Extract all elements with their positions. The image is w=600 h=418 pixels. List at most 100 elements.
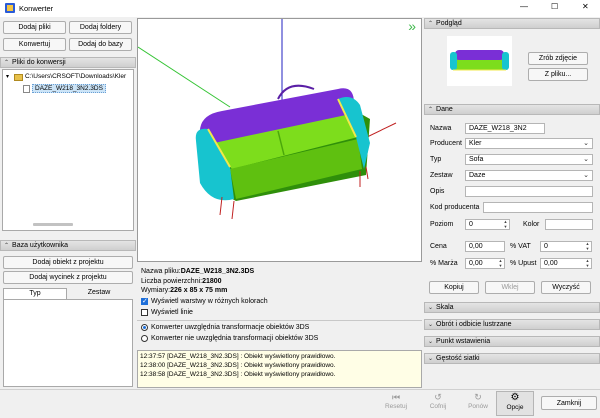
minimize-button[interactable]: —	[520, 2, 528, 11]
desc-label: Opis	[430, 188, 445, 195]
section-insertion[interactable]: ⌄ Punkt wstawienia	[424, 336, 600, 347]
reset-icon: ⏮	[391, 392, 401, 402]
show-layers-checkbox[interactable]	[141, 297, 148, 305]
section-mesh-density[interactable]: ⌄ Gęstość siatki	[424, 353, 600, 364]
level-label: Poziom	[430, 221, 454, 228]
maximize-button[interactable]: ☐	[551, 2, 558, 11]
producer-select[interactable]: Kler ⌄	[465, 138, 593, 149]
name-field[interactable]: DAZE_W218_3N2	[465, 123, 545, 134]
margin-spinner[interactable]: 0,00 ▲ ▼	[465, 258, 505, 269]
file-name-label: Nazwa pliku:	[141, 268, 181, 275]
files-header[interactable]: ⌃ Pliki do konwersji	[0, 57, 136, 68]
level-spinner[interactable]: 0 ▲ ▼	[465, 219, 510, 230]
color-field[interactable]	[545, 219, 593, 230]
chevron-up-icon: ⌃	[4, 243, 10, 249]
show-lines-checkbox[interactable]	[141, 309, 148, 316]
show-lines-label: Wyświetl linie	[151, 309, 193, 316]
tree-collapse-icon[interactable]: ▾	[6, 73, 9, 80]
chevron-down-icon: ⌄	[428, 305, 434, 311]
options-button[interactable]: ⚙ Opcje	[496, 391, 534, 416]
discount-label: % Upust	[510, 260, 537, 267]
add-files-button[interactable]: Dodaj pliki	[3, 21, 66, 34]
dims-value: 226 x 85 x 75 mm	[170, 287, 228, 294]
file-name-value: DAZE_W218_3N2.3DS	[180, 268, 255, 275]
set-label: Zestaw	[430, 172, 453, 179]
chevron-up-icon: ⌃	[428, 21, 434, 27]
chevron-down-icon: ⌄	[583, 140, 589, 147]
divider	[137, 320, 422, 321]
folder-icon	[14, 74, 23, 81]
producer-label: Producent	[430, 140, 462, 147]
tab-typ[interactable]: Typ	[3, 288, 67, 299]
section-scale[interactable]: ⌄ Skala	[424, 302, 600, 313]
transform-no-radio[interactable]	[141, 335, 148, 342]
info-panel: Nazwa pliku:DAZE_W218_3N2.3DS Liczba pow…	[137, 262, 422, 348]
db-tab-content[interactable]	[3, 299, 133, 387]
convert-button[interactable]: Konwertuj	[3, 38, 66, 51]
set-select[interactable]: Daze ⌄	[465, 170, 593, 181]
log-line: 12:37:57 [DAZE_W218_3N2.3DS] : Obiekt wy…	[140, 353, 336, 360]
producer-code-label: Kod producenta	[430, 204, 480, 211]
bottom-bar-divider	[0, 389, 600, 390]
tree-file[interactable]: DAZE_W218_3N2.3DS	[32, 84, 106, 93]
type-label: Typ	[430, 156, 442, 163]
price-label: Cena	[430, 243, 447, 250]
chevron-down-icon: ⌄	[583, 172, 589, 179]
preview-header[interactable]: ⌃ Podgląd	[424, 18, 600, 29]
tree-folder[interactable]: C:\Users\CRSOFT\Downloads\Kler	[25, 73, 133, 80]
dims-label: Wymiary:	[141, 287, 171, 294]
chevron-down-icon: ⌄	[583, 156, 589, 163]
close-button[interactable]: ✕	[582, 2, 589, 11]
log-panel[interactable]: 12:37:57 [DAZE_W218_3N2.3DS] : Obiekt wy…	[137, 350, 422, 388]
vat-spinner[interactable]: 0 ▲ ▼	[540, 241, 592, 252]
viewport-3d[interactable]: »	[137, 18, 422, 262]
close-dialog-button[interactable]: Zamknij	[541, 396, 597, 410]
transform-yes-label: Konwerter uwzględnia transformacje obiek…	[151, 324, 310, 331]
data-header[interactable]: ⌃ Dane	[424, 104, 600, 115]
app-icon	[5, 3, 15, 13]
chevron-down-icon: ⌄	[428, 356, 434, 362]
reset-button[interactable]: ⏮ Resetuj	[376, 392, 416, 416]
redo-icon: ↻	[474, 392, 482, 402]
section-rotation[interactable]: ⌄ Obrót i odbicie lustrzane	[424, 319, 600, 330]
redo-button[interactable]: ↻ Ponów	[458, 392, 498, 416]
undo-button[interactable]: ↺ Cofnij	[418, 392, 458, 416]
preview-image	[447, 36, 512, 86]
viewport-canvas	[138, 19, 397, 220]
surfaces-value: 21800	[202, 278, 222, 285]
copy-button[interactable]: Kopiuj	[429, 281, 479, 294]
transform-no-label: Konwerter nie uwzględnia transformacji o…	[151, 335, 319, 342]
files-tree[interactable]: ▾ C:\Users\CRSOFT\Downloads\Kler DAZE_W2…	[2, 69, 134, 231]
take-photo-button[interactable]: Zrób zdjęcie	[528, 52, 588, 65]
gear-icon: ⚙	[510, 392, 520, 403]
desc-field[interactable]	[465, 186, 593, 197]
add-object-button[interactable]: Dodaj obiekt z projektu	[3, 256, 133, 269]
chevron-up-icon: ⌃	[4, 60, 10, 66]
margin-label: % Marża	[430, 260, 458, 267]
from-file-button[interactable]: Z pliku...	[528, 68, 588, 81]
user-db-header[interactable]: ⌃ Baza użytkownika	[0, 240, 136, 251]
add-cut-button[interactable]: Dodaj wycinek z projektu	[3, 271, 133, 284]
vat-label: % VAT	[510, 243, 531, 250]
clear-button[interactable]: Wyczyść	[541, 281, 591, 294]
show-layers-label: Wyświetl warstwy w różnych kolorach	[151, 298, 268, 305]
discount-spinner[interactable]: 0,00 ▲ ▼	[540, 258, 592, 269]
type-select[interactable]: Sofa ⌄	[465, 154, 593, 165]
title-bar: Konwerter — ☐ ✕	[0, 0, 600, 17]
log-line: 12:38:00 [DAZE_W218_3N2.3DS] : Obiekt wy…	[140, 362, 336, 369]
producer-code-field[interactable]	[483, 202, 593, 213]
tab-zestaw[interactable]: Zestaw	[67, 288, 131, 299]
price-field[interactable]: 0,00	[465, 241, 505, 252]
paste-button[interactable]: Wklej	[485, 281, 535, 294]
name-label: Nazwa	[430, 125, 452, 132]
horizontal-scrollbar[interactable]	[33, 223, 73, 226]
add-to-db-button[interactable]: Dodaj do bazy	[69, 38, 132, 51]
transform-yes-radio[interactable]	[141, 324, 148, 331]
chevron-down-icon: ⌄	[428, 339, 434, 345]
file-icon	[23, 85, 30, 93]
surfaces-label: Liczba powierzchni:	[141, 278, 203, 285]
log-line: 12:38:58 [DAZE_W218_3N2.3DS] : Obiekt wy…	[140, 371, 336, 378]
add-folders-button[interactable]: Dodaj foldery	[69, 21, 132, 34]
color-label: Kolor	[523, 221, 540, 228]
chevron-up-icon: ⌃	[428, 107, 434, 113]
